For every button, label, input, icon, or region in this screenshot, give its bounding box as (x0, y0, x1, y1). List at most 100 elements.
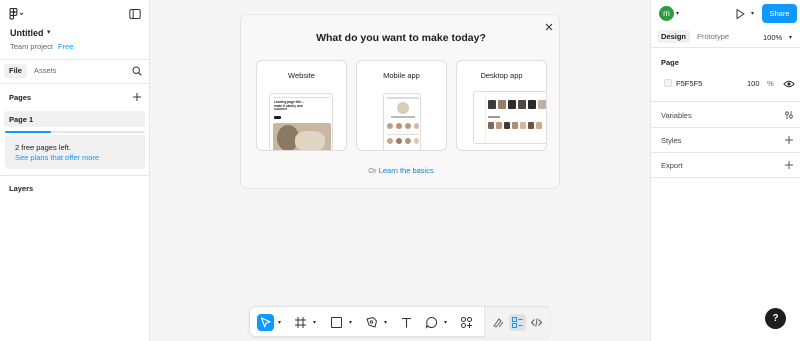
avatar[interactable]: m (659, 6, 674, 21)
see-plans-link[interactable]: See plans that offer more (15, 153, 99, 162)
draw-mode-button[interactable] (490, 314, 507, 331)
mobile-thumbnail (383, 93, 421, 150)
option-label: Website (288, 71, 315, 80)
add-page-button[interactable] (132, 92, 142, 102)
search-icon (132, 66, 142, 76)
chevron-down-icon[interactable]: ▾ (789, 34, 792, 41)
template-picker-modal: What do you want to make today? Website … (240, 14, 560, 189)
share-button[interactable]: Share (762, 4, 797, 23)
main-menu-button[interactable] (9, 8, 25, 20)
add-style-button[interactable] (784, 135, 794, 145)
file-title[interactable]: Untitled (10, 28, 44, 38)
design-mode-icon (512, 317, 523, 328)
comment-tool-button[interactable] (423, 314, 440, 331)
left-panel: Untitled ▾ Team project Free File Assets … (0, 0, 150, 341)
page-color-hex[interactable]: F5F5F5 (676, 79, 702, 88)
free-pages-progress (5, 131, 145, 133)
chevron-down-icon[interactable]: ▾ (676, 10, 679, 17)
chevron-down-icon[interactable]: ▾ (278, 319, 281, 326)
right-panel: m ▾ ▾ Share Design Prototype 100% ▾ Page… (650, 0, 800, 341)
page-opacity[interactable]: 100 (747, 79, 760, 88)
plan-badge[interactable]: Free (58, 42, 73, 51)
divider (651, 101, 800, 102)
divider (651, 47, 800, 48)
page-color-swatch[interactable] (664, 79, 672, 87)
page-section-header: Page (661, 58, 679, 67)
footer-prefix: Or (368, 166, 377, 175)
plus-icon (785, 136, 793, 144)
rectangle-icon (331, 317, 342, 328)
design-mode-button[interactable] (509, 314, 526, 331)
tab-file[interactable]: File (4, 64, 27, 78)
file-meta: Team project Free (10, 42, 73, 51)
pen-icon (366, 317, 377, 328)
search-button[interactable] (132, 66, 142, 76)
plus-icon (133, 93, 141, 101)
free-pages-progress-fill (5, 131, 52, 133)
comment-icon (425, 316, 438, 329)
help-button[interactable]: ? (765, 308, 786, 329)
export-header: Export (661, 161, 683, 170)
code-icon (530, 318, 543, 327)
chevron-down-icon[interactable]: ▾ (751, 10, 754, 17)
divider (0, 175, 150, 176)
cursor-icon (260, 317, 271, 328)
variables-button[interactable] (784, 110, 794, 120)
project-name[interactable]: Team project (10, 42, 53, 51)
opacity-unit: % (767, 79, 774, 88)
desktop-thumbnail (473, 91, 546, 144)
tab-design[interactable]: Design (657, 30, 691, 43)
text-icon (402, 317, 411, 328)
close-button[interactable] (544, 22, 554, 32)
chevron-down-icon[interactable]: ▾ (384, 319, 387, 326)
text-tool-button[interactable] (398, 314, 415, 331)
sliders-icon (785, 111, 793, 119)
chevron-down-icon[interactable]: ▾ (47, 28, 51, 36)
dev-mode-button[interactable] (528, 314, 545, 331)
plus-icon (785, 161, 793, 169)
option-label: Mobile app (383, 71, 420, 80)
move-tool-button[interactable] (257, 314, 274, 331)
draw-icon (493, 318, 504, 328)
sidebar-toggle-button[interactable] (129, 8, 141, 20)
tools-toolbar: ▾ ▾ ▾ ▾ ▾ (249, 306, 550, 338)
figma-logo-icon (9, 8, 24, 20)
modal-title: What do you want to make today? (316, 32, 486, 44)
chevron-down-icon[interactable]: ▾ (349, 319, 352, 326)
option-desktop-app[interactable]: Desktop app (456, 60, 547, 151)
frame-icon (295, 317, 306, 328)
sidebar-icon (129, 9, 141, 19)
zoom-level[interactable]: 100% (763, 33, 782, 42)
modal-footer: Or Learn the basics (241, 166, 561, 175)
eye-icon (783, 80, 795, 88)
styles-header: Styles (661, 136, 682, 145)
present-button[interactable] (734, 8, 746, 20)
tab-assets[interactable]: Assets (29, 64, 62, 78)
page-item-label: Page 1 (9, 115, 34, 124)
pen-tool-button[interactable] (363, 314, 380, 331)
add-export-button[interactable] (784, 160, 794, 170)
page-item[interactable]: Page 1 (4, 111, 145, 127)
tab-prototype[interactable]: Prototype (693, 30, 733, 43)
option-label: Desktop app (480, 71, 523, 80)
close-icon (545, 23, 553, 31)
option-mobile-app[interactable]: Mobile app (356, 60, 447, 151)
actions-button[interactable] (458, 314, 475, 331)
chevron-down-icon[interactable]: ▾ (313, 319, 316, 326)
layers-header: Layers (9, 184, 34, 193)
website-thumbnail: Landing page title – make it catchy and … (269, 93, 333, 150)
shape-tool-button[interactable] (328, 314, 345, 331)
visibility-toggle[interactable] (783, 79, 795, 89)
thumbnail-heading: Landing page title – make it catchy and … (274, 100, 304, 112)
frame-tool-button[interactable] (292, 314, 309, 331)
divider (651, 127, 800, 128)
play-icon (736, 9, 745, 19)
pages-header: Pages (9, 93, 32, 102)
left-panel-top-bar (9, 8, 141, 20)
option-website[interactable]: Website Landing page title – make it cat… (256, 60, 347, 151)
divider (651, 152, 800, 153)
chevron-down-icon[interactable]: ▾ (444, 319, 447, 326)
variables-header[interactable]: Variables (661, 111, 692, 120)
learn-basics-link[interactable]: Learn the basics (379, 166, 434, 175)
plan-notice-text: 2 free pages left. (15, 143, 71, 152)
